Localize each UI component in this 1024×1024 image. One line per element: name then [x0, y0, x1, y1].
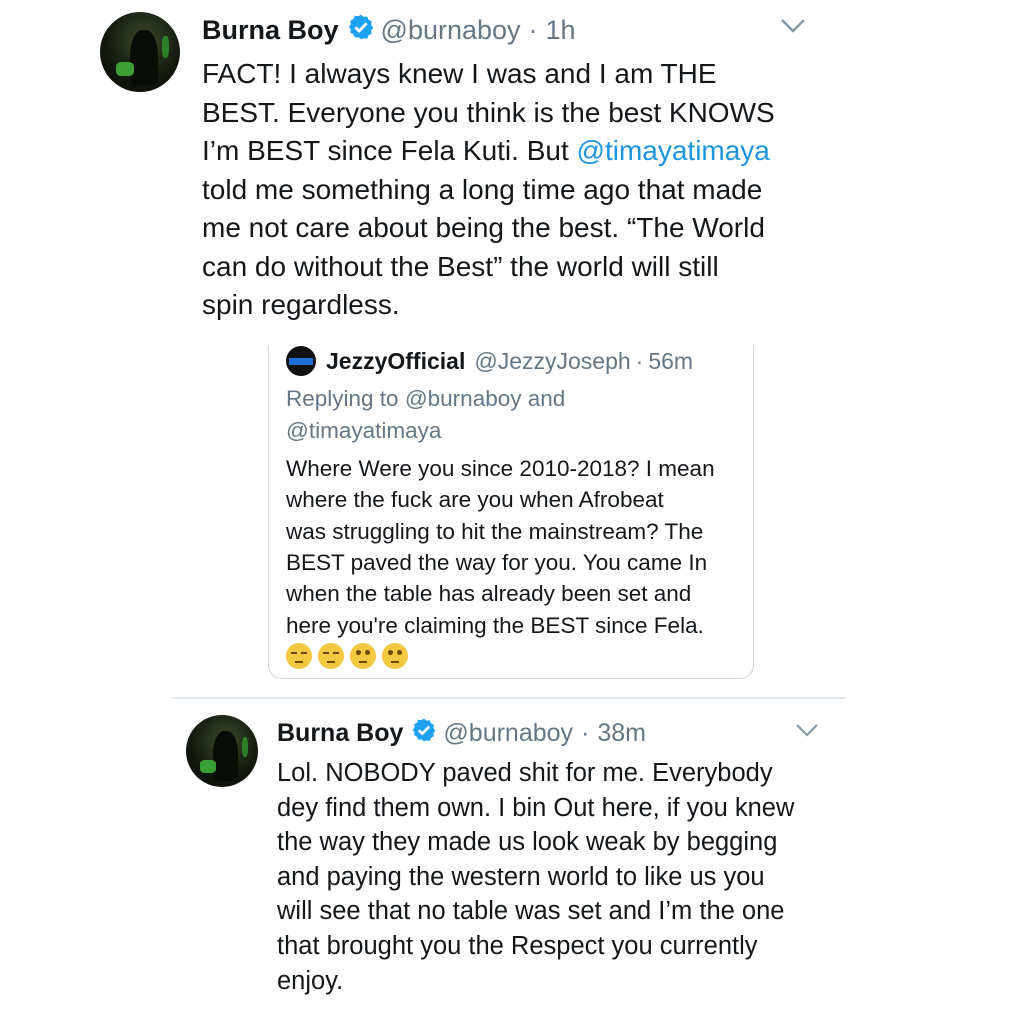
quote-text-line: when the table has already been set and [286, 581, 692, 607]
separator: · [581, 718, 590, 747]
tweet-text-line: BEST. Everyone you think is the best KNO… [202, 96, 775, 128]
handle[interactable]: @burnaboy [443, 719, 573, 748]
tweet-text-line: me not care about being the best. “The W… [202, 212, 765, 243]
chevron-down-icon[interactable] [780, 18, 806, 39]
mention-link[interactable]: @timayatimaya [577, 135, 770, 166]
chevron-down-icon[interactable] [795, 723, 819, 743]
replying-to: Replying to @burnaboy and @timayatimaya [286, 383, 565, 447]
tweet-text-line: Lol. NOBODY paved shit for me. Everybody [277, 759, 773, 787]
rolling-eyes-face-icon [382, 643, 408, 669]
timestamp[interactable]: 1h [546, 15, 576, 46]
avatar-burna-boy[interactable] [186, 715, 258, 787]
unamused-face-icon [318, 643, 344, 669]
verified-badge-icon [347, 13, 375, 48]
display-name[interactable]: JezzyOfficial [326, 348, 465, 375]
separator: · [528, 14, 538, 45]
quote-text-line: where the fuck are you when Afrobeat [286, 487, 664, 513]
avatar-jezzyofficial[interactable] [286, 346, 316, 376]
tweet-text-line: FACT! I always knew I was and I am THE [202, 58, 717, 89]
timestamp: 56m [648, 347, 694, 374]
replying-to-line: Replying to @burnaboy and [286, 386, 566, 411]
divider [172, 697, 845, 699]
tweet-text-line: spin regardless. [202, 289, 400, 320]
tweet-text-line: told me something a long time ago that m… [202, 173, 763, 205]
emoji-row [286, 643, 414, 669]
tweet-text-line: dey find them own. I bin Out here, if yo… [277, 793, 795, 822]
quote-text-line: BEST paved the way for you. You came In [286, 549, 708, 575]
handle[interactable]: @burnaboy [381, 15, 521, 46]
tweet1-header: Burna Boy @burnaboy · 1h [202, 12, 576, 48]
unamused-face-icon [286, 643, 312, 669]
quote-text-line: here you're claiming the BEST since Fela… [286, 612, 704, 638]
verified-badge-icon [411, 717, 437, 750]
tweet-text-line: the way they made us look weak by beggin… [277, 828, 778, 857]
handle[interactable]: @JezzyJoseph [474, 348, 630, 375]
tweet-text-line: and paying the western world to like us … [277, 862, 765, 891]
timestamp[interactable]: 38m [597, 719, 646, 748]
rolling-eyes-face-icon [350, 643, 376, 669]
tweet-text-line: can do without the Best” the world will … [202, 250, 719, 282]
tweet2-header: Burna Boy @burnaboy · 38m [277, 716, 646, 750]
tweet-text-line: I’m BEST since Fela Kuti. But @timayatim… [202, 132, 842, 171]
quote-header: JezzyOfficial @JezzyJoseph · 56m [326, 346, 693, 376]
tweet-text-segment: I’m BEST since Fela Kuti. But [202, 135, 577, 166]
tweet-text-line: that brought you the Respect you current… [277, 932, 758, 960]
replying-to-line: @timayatimaya [286, 418, 442, 443]
separator: · [635, 347, 644, 374]
avatar-burna-boy[interactable] [100, 12, 180, 92]
quote-text-line: was struggling to hit the mainstream? Th… [286, 518, 704, 544]
tweet-text-line: enjoy. [277, 966, 344, 995]
tweet-text-line: will see that no table was set and I’m t… [277, 897, 785, 926]
quote-text-line: Where Were you since 2010-2018? I mean [286, 456, 715, 481]
display-name[interactable]: Burna Boy [277, 719, 403, 748]
display-name[interactable]: Burna Boy [202, 15, 339, 46]
